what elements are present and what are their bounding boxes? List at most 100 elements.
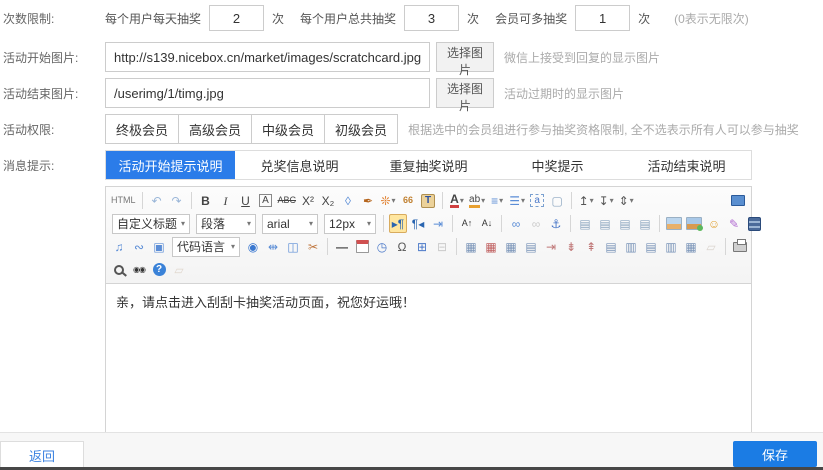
tab-activity-end[interactable]: 活动结束说明: [622, 151, 751, 179]
line-height-icon[interactable]: ⇕▾: [617, 191, 635, 210]
end-image-pick-button[interactable]: 选择图片: [436, 78, 494, 108]
superscript-button[interactable]: X²: [299, 191, 317, 210]
member-group-middle[interactable]: 中级会员: [251, 114, 325, 144]
ordered-list-icon[interactable]: ≡▾: [488, 191, 506, 210]
emoticon-icon[interactable]: ☺: [705, 214, 723, 233]
save-button[interactable]: 保存: [733, 441, 817, 467]
insert-date-icon[interactable]: [353, 237, 371, 256]
direction-ltr-icon[interactable]: ▸¶: [389, 214, 407, 233]
align-right-icon[interactable]: ▤: [616, 214, 634, 233]
paste-plain-text-icon[interactable]: T: [419, 191, 437, 210]
attachment-icon[interactable]: ∾: [130, 237, 148, 256]
preview-icon[interactable]: [110, 260, 128, 279]
insert-table-icon[interactable]: ▦: [462, 237, 480, 256]
unlink-icon[interactable]: ∞: [527, 214, 545, 233]
font-color-button[interactable]: A▾: [448, 191, 466, 210]
horizontal-rule-icon[interactable]: —: [333, 237, 351, 256]
bold-button[interactable]: B: [197, 191, 215, 210]
italic-button[interactable]: I: [217, 191, 235, 210]
paragraph-space-bottom-icon[interactable]: ↧▾: [597, 191, 615, 210]
search-replace-icon[interactable]: ◉◉: [130, 260, 148, 279]
member-group-senior[interactable]: 高级会员: [178, 114, 252, 144]
member-extra-input[interactable]: [575, 5, 630, 31]
insert-music-icon[interactable]: ♫: [110, 237, 128, 256]
screenshot-icon[interactable]: ✂: [304, 237, 322, 256]
end-image-input[interactable]: [105, 78, 430, 108]
tab-repeat-draw[interactable]: 重复抽奖说明: [364, 151, 493, 179]
split-cell-icon[interactable]: ⇞: [582, 237, 600, 256]
format-painter-icon[interactable]: ✒: [359, 191, 377, 210]
align-justify-icon[interactable]: ▤: [636, 214, 654, 233]
total-input[interactable]: [404, 5, 459, 31]
member-group-junior[interactable]: 初级会员: [324, 114, 398, 144]
undo-icon[interactable]: ↶: [148, 191, 166, 210]
background-color-button[interactable]: ab▾: [468, 191, 486, 210]
help-icon[interactable]: ?: [150, 260, 168, 279]
underline-button[interactable]: U: [237, 191, 255, 210]
clear-doc-icon[interactable]: ▢: [548, 191, 566, 210]
delete-table-icon[interactable]: ▦: [482, 237, 500, 256]
start-image-input[interactable]: [105, 42, 430, 72]
insert-image-icon[interactable]: [665, 214, 683, 233]
start-image-row: 活动开始图片: 选择图片 微信上接受到回复的显示图片: [0, 42, 823, 72]
auto-typeset-icon[interactable]: ❊▾: [379, 191, 397, 210]
tab-redeem-info[interactable]: 兑奖信息说明: [235, 151, 364, 179]
font-border-button[interactable]: A: [257, 191, 275, 210]
remove-format-icon[interactable]: ◊: [339, 191, 357, 210]
subscript-button[interactable]: X₂: [319, 191, 337, 210]
direction-rtl-icon[interactable]: ¶◂: [409, 214, 427, 233]
print-icon[interactable]: [731, 237, 749, 256]
insert-row-icon[interactable]: ▤: [602, 237, 620, 256]
page-break-icon[interactable]: ⇹: [264, 237, 282, 256]
table-title-icon[interactable]: ▦: [502, 237, 520, 256]
insert-frame-icon[interactable]: ▣: [150, 237, 168, 256]
font-size-select[interactable]: 12px▾: [324, 214, 376, 234]
map-icon[interactable]: ◉: [244, 237, 262, 256]
insert-video-icon[interactable]: [745, 214, 763, 233]
image-manager-icon[interactable]: [685, 214, 703, 233]
per-day-input[interactable]: [209, 5, 264, 31]
delete-row-icon[interactable]: ▤: [642, 237, 660, 256]
blockquote-button[interactable]: 66: [399, 191, 417, 210]
align-left-icon[interactable]: ▤: [576, 214, 594, 233]
select-all-button[interactable]: a: [528, 191, 546, 210]
tab-win-tip[interactable]: 中奖提示: [493, 151, 622, 179]
fullscreen-icon[interactable]: [729, 191, 747, 210]
merge-cells-down-icon[interactable]: ⇟: [562, 237, 580, 256]
table-sort-icon[interactable]: ▦: [682, 237, 700, 256]
font-family-select[interactable]: arial▾: [262, 214, 318, 234]
start-image-pick-button[interactable]: 选择图片: [436, 42, 494, 72]
paragraph-space-top-icon[interactable]: ↥▾: [577, 191, 595, 210]
indent-icon[interactable]: ⇥: [429, 214, 447, 233]
redo-icon[interactable]: ↷: [168, 191, 186, 210]
scrawl-icon[interactable]: ✎: [725, 214, 743, 233]
code-language-select[interactable]: 代码语言▾: [172, 237, 240, 257]
special-chars-icon[interactable]: Ω: [393, 237, 411, 256]
paragraph-format-select[interactable]: 段落▾: [196, 214, 256, 234]
insert-form-icon[interactable]: ⊞: [413, 237, 431, 256]
toolbar-separator: [501, 215, 502, 232]
table-caption-icon[interactable]: ▤: [522, 237, 540, 256]
custom-title-select[interactable]: 自定义标题▾: [112, 214, 190, 234]
cite-icon[interactable]: ⊟: [433, 237, 451, 256]
merge-cells-right-icon[interactable]: ⇥: [542, 237, 560, 256]
source-code-button[interactable]: HTML: [110, 191, 137, 210]
unordered-list-icon[interactable]: ☰▾: [508, 191, 526, 210]
limits-hint: (0表示无限次): [674, 10, 749, 27]
insert-col-icon[interactable]: ▥: [622, 237, 640, 256]
paste-icon[interactable]: ▱: [170, 260, 188, 279]
anchor-icon[interactable]: ⚓: [547, 214, 565, 233]
editor-content[interactable]: 亲，请点击进入刮刮卡抽奖活动页面，祝您好运哦！: [106, 284, 751, 432]
back-button[interactable]: 返回: [0, 441, 84, 470]
member-group-ultimate[interactable]: 终极会员: [105, 114, 179, 144]
strikethrough-button[interactable]: ABC: [277, 191, 298, 210]
word-image-icon[interactable]: ▱: [702, 237, 720, 256]
iframe-icon[interactable]: ◫: [284, 237, 302, 256]
increase-font-size-icon[interactable]: A↑: [458, 214, 476, 233]
align-center-icon[interactable]: ▤: [596, 214, 614, 233]
link-icon[interactable]: ∞: [507, 214, 525, 233]
insert-time-icon[interactable]: ◷: [373, 237, 391, 256]
delete-col-icon[interactable]: ▥: [662, 237, 680, 256]
decrease-font-size-icon[interactable]: A↓: [478, 214, 496, 233]
tab-activity-start-tip[interactable]: 活动开始提示说明: [106, 151, 235, 179]
